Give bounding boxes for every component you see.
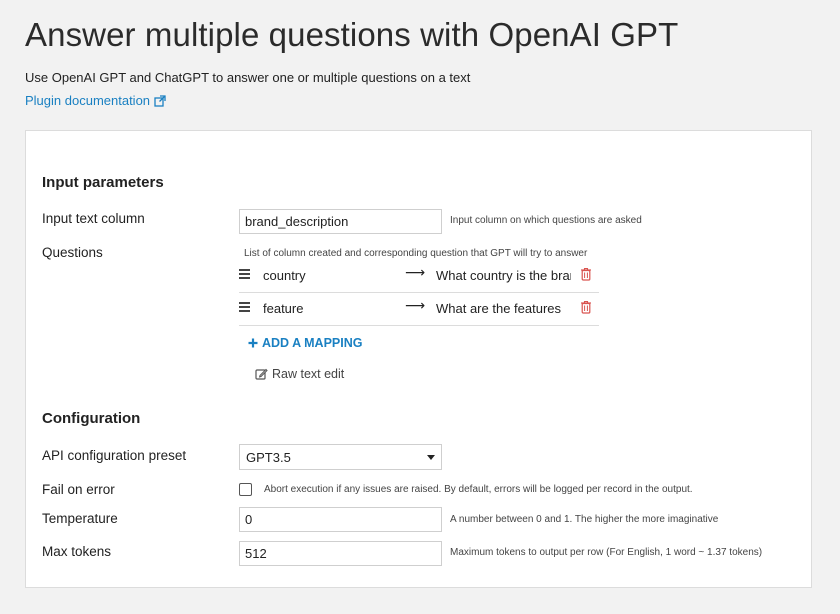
settings-panel: Input parameters Input text column Input… (25, 130, 812, 588)
temperature-input[interactable] (239, 507, 442, 532)
plus-icon (248, 338, 258, 348)
input-text-column-help: Input column on which questions are aske… (450, 215, 642, 226)
configuration-heading: Configuration (42, 410, 141, 427)
arrow-right-icon: ⟶ (405, 297, 426, 313)
mapping-value-input[interactable] (430, 261, 577, 289)
doc-link-label: Plugin documentation (25, 93, 151, 108)
input-text-column-field[interactable] (239, 209, 442, 234)
fail-on-error-checkbox[interactable] (239, 483, 252, 496)
temperature-help: A number between 0 and 1. The higher the… (450, 514, 719, 525)
input-parameters-heading: Input parameters (42, 174, 164, 191)
drag-handle-icon[interactable] (239, 302, 250, 312)
api-preset-value: GPT3.5 (246, 449, 291, 465)
add-mapping-label: ADD A MAPPING (262, 336, 363, 350)
fail-on-error-help: Abort execution if any issues are raised… (264, 484, 693, 495)
page-title: Answer multiple questions with OpenAI GP… (25, 16, 679, 53)
max-tokens-input[interactable] (239, 541, 442, 566)
fail-on-error-label: Fail on error (42, 482, 115, 497)
api-preset-label: API configuration preset (42, 448, 187, 463)
raw-text-edit-label: Raw text edit (272, 367, 345, 381)
input-text-column-label: Input text column (42, 211, 145, 226)
caret-down-icon (427, 454, 435, 460)
arrow-right-icon: ⟶ (405, 264, 426, 280)
trash-icon[interactable] (580, 300, 592, 314)
raw-text-edit-button[interactable]: Raw text edit (255, 367, 344, 381)
edit-icon (255, 368, 268, 380)
questions-label: Questions (42, 245, 103, 260)
trash-icon[interactable] (580, 267, 592, 281)
plugin-documentation-link[interactable]: Plugin documentation (25, 93, 166, 108)
temperature-label: Temperature (42, 511, 118, 526)
mapping-key-input[interactable] (257, 261, 409, 289)
max-tokens-label: Max tokens (42, 544, 112, 559)
mapping-key-input[interactable] (257, 294, 409, 322)
questions-help: List of column created and corresponding… (244, 248, 588, 259)
api-preset-select[interactable]: GPT3.5 (239, 444, 442, 470)
max-tokens-help: Maximum tokens to output per row (For En… (450, 547, 763, 558)
add-mapping-button[interactable]: ADD A MAPPING (248, 336, 362, 350)
page-subtitle: Use OpenAI GPT and ChatGPT to answer one… (25, 70, 471, 85)
mapping-row: ⟶ (239, 260, 599, 293)
drag-handle-icon[interactable] (239, 269, 250, 279)
mapping-value-input[interactable] (430, 294, 577, 322)
mapping-row: ⟶ (239, 293, 599, 326)
external-link-icon (154, 94, 166, 107)
